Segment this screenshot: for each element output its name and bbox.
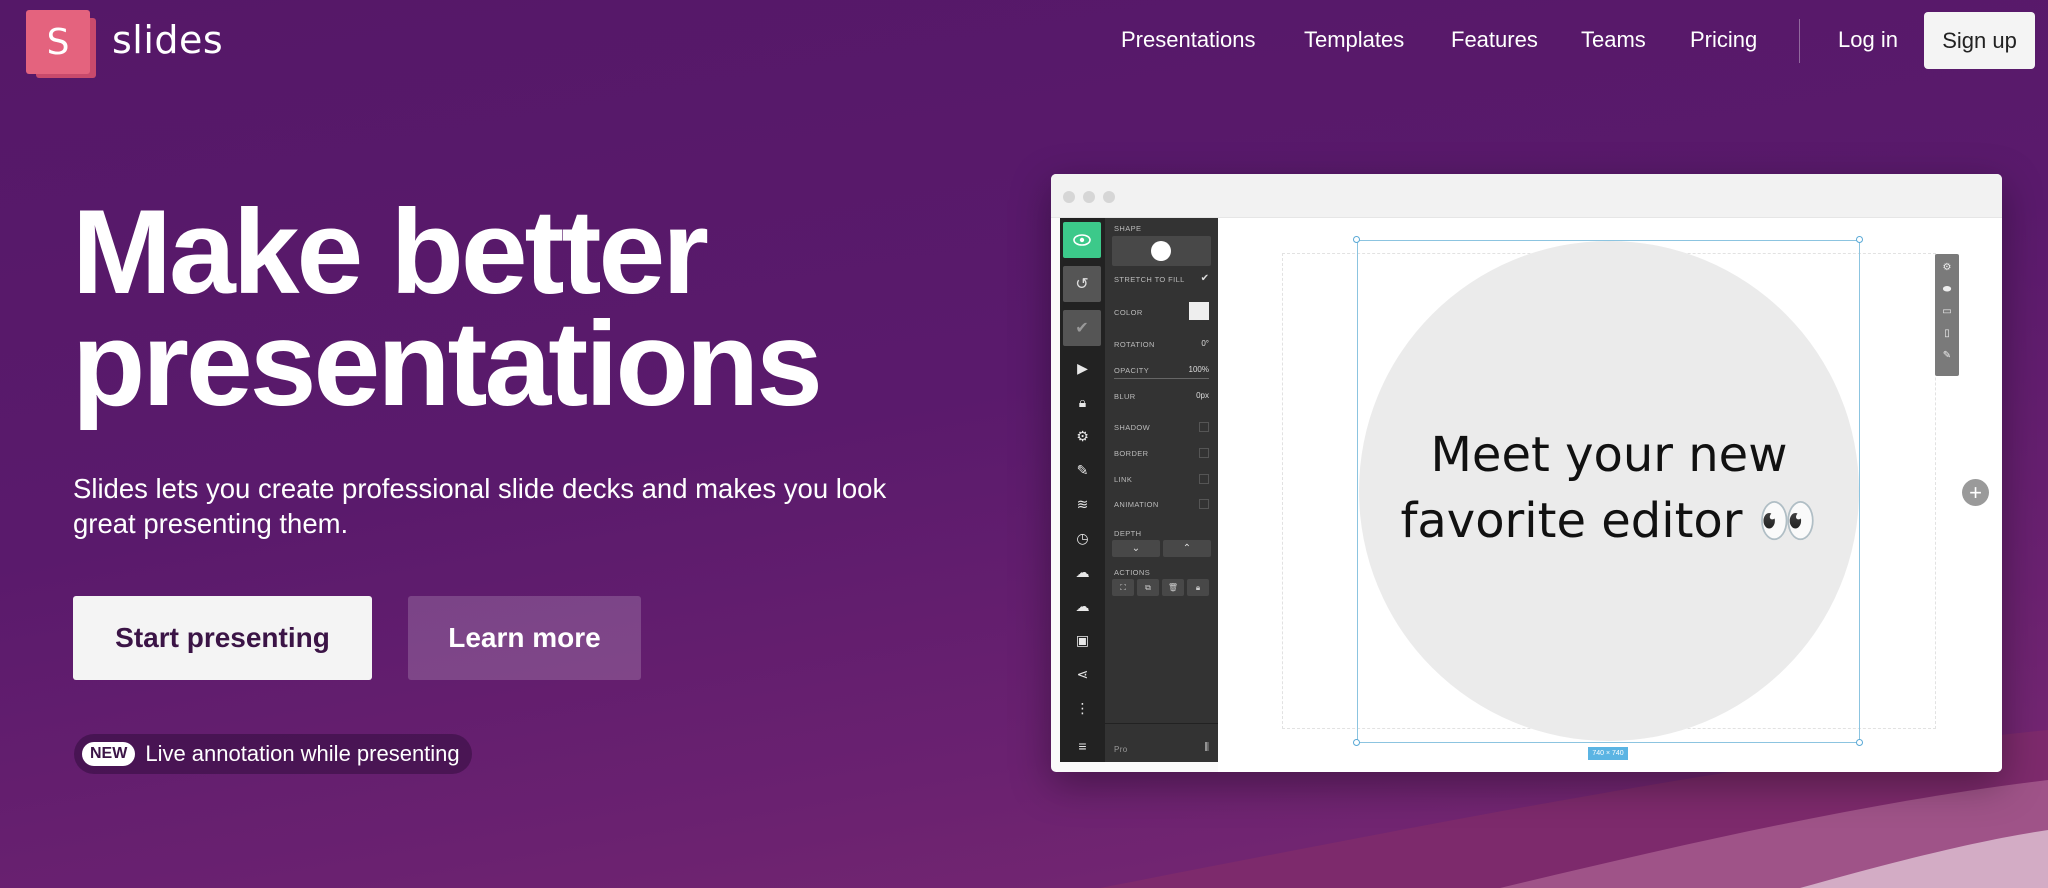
login-link[interactable]: Log in: [1838, 27, 1898, 53]
image-icon[interactable]: ▣: [1060, 628, 1105, 652]
border-checkbox[interactable]: [1199, 448, 1209, 458]
start-presenting-button[interactable]: Start presenting: [73, 596, 372, 680]
shadow-checkbox[interactable]: [1199, 422, 1209, 432]
toggle-icon[interactable]: ⬬: [1935, 278, 1959, 300]
link-checkbox[interactable]: [1199, 474, 1209, 484]
window-titlebar: [1051, 174, 2002, 218]
color-swatch[interactable]: [1189, 302, 1209, 320]
window-dot-icon: [1103, 191, 1115, 203]
opacity-value[interactable]: 100%: [1189, 365, 1209, 374]
share-icon[interactable]: ⋖: [1060, 662, 1105, 686]
trash-icon[interactable]: 🗑︎: [1162, 579, 1184, 596]
signup-button[interactable]: Sign up: [1924, 12, 2035, 69]
stretch-check-icon[interactable]: ✔: [1201, 273, 1209, 284]
shape-label: SHAPE: [1114, 224, 1142, 233]
hero-title: Make better presentations: [72, 192, 972, 424]
resize-handle[interactable]: [1353, 739, 1360, 746]
nav-presentations[interactable]: Presentations: [1121, 27, 1256, 53]
window-dot-icon: [1083, 191, 1095, 203]
resize-handle[interactable]: [1856, 236, 1863, 243]
depth-label: DEPTH: [1114, 529, 1142, 538]
stretch-label: STRETCH TO FILL: [1114, 275, 1185, 284]
nav-links: Presentations Templates Features Teams P…: [0, 27, 2048, 57]
add-slide-icon[interactable]: +: [1962, 479, 1989, 506]
slide-text-line1: Meet your new: [1430, 427, 1788, 483]
lock-element-icon[interactable]: 🔒︎: [1187, 579, 1209, 596]
nav-pricing[interactable]: Pricing: [1690, 27, 1757, 53]
border-label: BORDER: [1114, 449, 1149, 458]
cloud-download-icon[interactable]: ☁: [1060, 594, 1105, 618]
settings-icon[interactable]: ⚙: [1935, 256, 1959, 278]
slide-text-line2: favorite editor 👀: [1400, 493, 1818, 549]
resize-handle[interactable]: [1353, 236, 1360, 243]
news-text: Live annotation while presenting: [145, 741, 460, 766]
new-badge: NEW: [82, 742, 136, 766]
news-pill[interactable]: NEW Live annotation while presenting: [74, 734, 472, 774]
layers-icon[interactable]: ≋: [1060, 492, 1105, 516]
hero-subtitle: Slides lets you create professional slid…: [73, 471, 973, 541]
nav-divider: [1799, 19, 1800, 63]
gear-icon[interactable]: ⚙: [1060, 424, 1105, 448]
window-dot-icon: [1063, 191, 1075, 203]
slide-text[interactable]: Meet your new favorite editor 👀: [1338, 422, 1880, 554]
undo-icon[interactable]: ↺: [1063, 266, 1101, 302]
slide-icon[interactable]: ▭: [1935, 300, 1959, 322]
shadow-label: SHADOW: [1114, 423, 1151, 432]
dimensions-label: 740 × 740: [1588, 747, 1628, 760]
learn-more-button[interactable]: Learn more: [408, 596, 641, 680]
blur-value[interactable]: 0px: [1196, 391, 1209, 400]
checkmark-icon[interactable]: ✔: [1063, 310, 1101, 346]
shape-picker[interactable]: [1112, 236, 1211, 266]
top-nav: S slides Presentations Templates Feature…: [0, 0, 2048, 82]
opacity-slider[interactable]: [1114, 378, 1209, 379]
brush-icon[interactable]: ✎: [1060, 458, 1105, 482]
fullscreen-icon[interactable]: ⛶: [1112, 579, 1134, 596]
link-label: LINK: [1114, 475, 1133, 484]
properties-panel: SHAPE STRETCH TO FILL ✔ COLOR ROTATION 0…: [1105, 218, 1218, 762]
actions-label: ACTIONS: [1114, 568, 1151, 577]
nav-teams[interactable]: Teams: [1581, 27, 1646, 53]
pro-label: Pro: [1114, 745, 1128, 754]
hero-subtitle-line1: Slides lets you create professional slid…: [73, 473, 887, 504]
cloud-upload-icon[interactable]: ☁: [1060, 560, 1105, 584]
clock-icon[interactable]: ◷: [1060, 526, 1105, 550]
preview-eye-icon[interactable]: [1063, 222, 1101, 258]
editor-toolbar: ↺ ✔ ▶ 🔒︎ ⚙ ✎ ≋ ◷ ☁ ☁ ▣ ⋖ ⋮ ≡: [1060, 218, 1105, 762]
opacity-label: OPACITY: [1114, 366, 1150, 375]
color-label: COLOR: [1114, 308, 1143, 317]
notes-icon[interactable]: ▯: [1935, 322, 1959, 344]
depth-down-icon[interactable]: ⌄: [1112, 540, 1160, 557]
circle-shape-icon: [1151, 241, 1171, 261]
animation-label: ANIMATION: [1114, 500, 1159, 509]
duplicate-icon[interactable]: ⧉: [1137, 579, 1159, 596]
nav-features[interactable]: Features: [1451, 27, 1538, 53]
canvas-side-tools: ⚙ ⬬ ▭ ▯ ✎: [1935, 254, 1959, 376]
pen-icon[interactable]: ✎: [1935, 344, 1959, 366]
rotation-value[interactable]: 0°: [1201, 339, 1209, 348]
animation-checkbox[interactable]: [1199, 499, 1209, 509]
sliders-icon[interactable]: ⫼: [1204, 742, 1209, 753]
hero-title-line2: presentations: [72, 297, 823, 431]
depth-up-icon[interactable]: ⌃: [1163, 540, 1211, 557]
rotation-label: ROTATION: [1114, 340, 1155, 349]
nav-templates[interactable]: Templates: [1304, 27, 1404, 53]
more-vertical-icon[interactable]: ⋮: [1060, 696, 1105, 720]
hero-subtitle-line2: great presenting them.: [73, 508, 349, 539]
blur-label: BLUR: [1114, 392, 1136, 401]
menu-icon[interactable]: ≡: [1060, 734, 1105, 758]
resize-handle[interactable]: [1856, 739, 1863, 746]
lock-icon[interactable]: 🔒︎: [1060, 390, 1105, 414]
play-icon[interactable]: ▶: [1060, 356, 1105, 380]
